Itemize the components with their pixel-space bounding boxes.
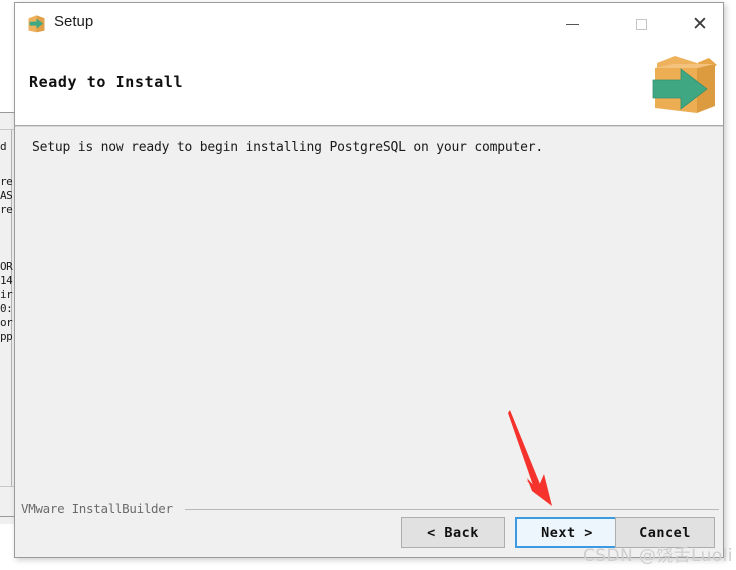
csdn-watermark: CSDN @饶舌Luoli: [583, 546, 733, 566]
background-text-fragment: 0:: [0, 302, 13, 315]
background-text-fragment: re: [0, 175, 13, 188]
page-title: Ready to Install: [29, 73, 184, 91]
background-text-fragment: re: [0, 203, 13, 216]
setup-dialog: Setup ✕ Ready to Install Setup is now re…: [14, 2, 724, 558]
background-text-fragment: or: [0, 316, 13, 329]
background-text-fragment: AS: [0, 189, 13, 202]
installer-brand-label: VMware InstallBuilder: [21, 501, 173, 516]
setup-box-arrow-icon: [27, 14, 46, 33]
header-band: Ready to Install: [15, 45, 723, 126]
background-text-fragment: pp: [0, 330, 13, 343]
back-button[interactable]: < Back: [401, 517, 505, 548]
screenshot-root: d re AS re OR 14 ir 0: or pp Setup ✕ Rea…: [0, 0, 736, 570]
close-icon: ✕: [692, 13, 708, 35]
minimize-icon: [565, 23, 579, 25]
dialog-body: Setup is now ready to begin installing P…: [15, 126, 723, 491]
background-text-fragment: 14: [0, 274, 13, 287]
ready-message: Setup is now ready to begin installing P…: [32, 140, 543, 155]
background-text-fragment: d: [0, 140, 7, 153]
background-text-fragment: OR: [0, 260, 13, 273]
window-title: Setup: [54, 13, 94, 30]
maximize-icon: [635, 18, 647, 30]
footer-separator: [185, 509, 719, 510]
close-button[interactable]: ✕: [677, 3, 723, 45]
minimize-button[interactable]: [549, 3, 595, 45]
title-bar[interactable]: Setup ✕: [15, 3, 723, 45]
open-box-green-arrow-icon: [645, 47, 721, 123]
background-text-fragment: ir: [0, 288, 13, 301]
maximize-button[interactable]: [618, 3, 664, 45]
